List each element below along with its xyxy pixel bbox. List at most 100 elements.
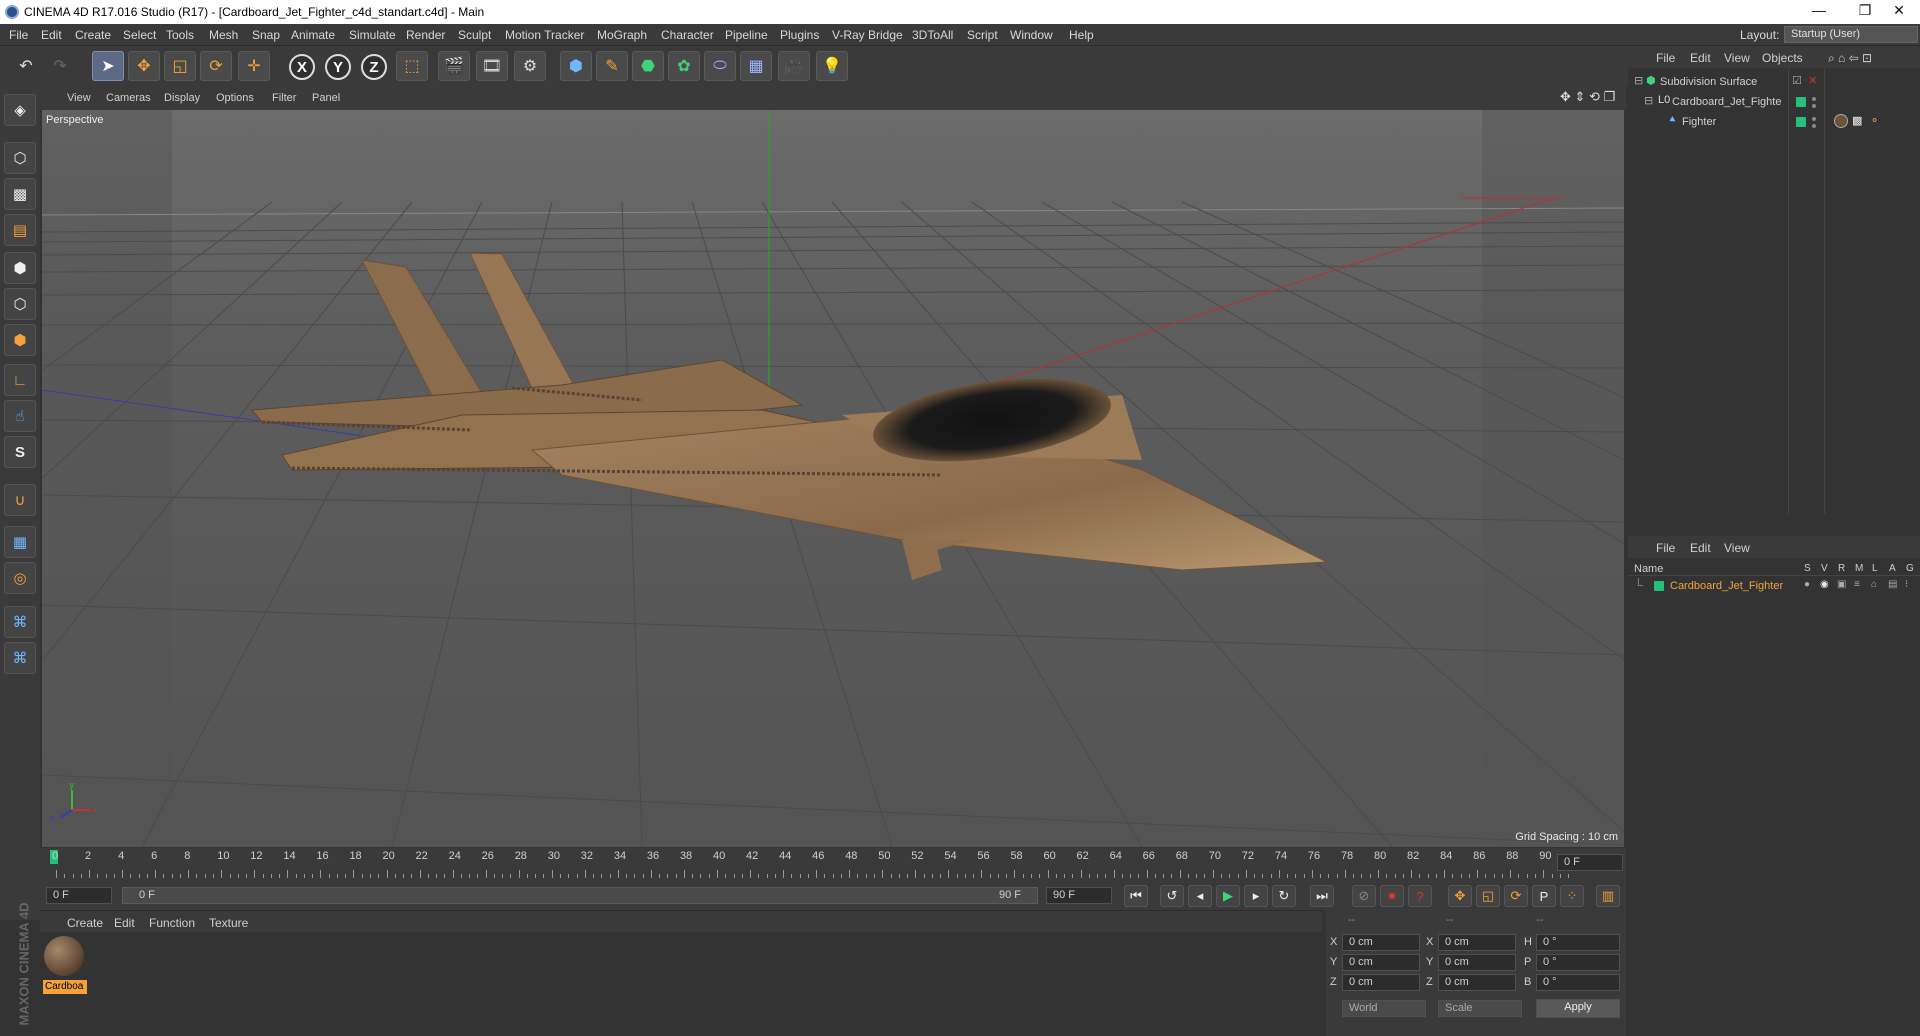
menu-sculpt[interactable]: Sculpt [458,28,491,42]
object-row-cardboard-jet-fighter[interactable]: ⊟ L0 Cardboard_Jet_Fighte [1632,94,1920,112]
menu-script[interactable]: Script [967,28,998,42]
material-menu-create[interactable]: Create [67,916,103,930]
menu-edit[interactable]: Edit [41,28,62,42]
go-to-end-icon[interactable]: ⏭ [1310,885,1334,907]
menu-plugins[interactable]: Plugins [780,28,819,42]
layout-select[interactable]: Startup (User) [1784,26,1918,43]
floor-icon[interactable]: ▦ [740,51,772,81]
menu-help[interactable]: Help [1069,28,1094,42]
menu-snap[interactable]: Snap [252,28,280,42]
menu-3dtoall[interactable]: 3DToAll [912,28,953,42]
spline-pen-icon[interactable]: ✎ [596,51,628,81]
menu-create[interactable]: Create [75,28,111,42]
python-script-icon[interactable]: ⌘ [4,606,36,638]
size-y-field[interactable]: 0 cm [1438,954,1516,971]
position-y-field[interactable]: 0 cm [1342,954,1420,971]
menu-render[interactable]: Render [406,28,445,42]
key-position-icon[interactable]: ✥ [1448,885,1472,907]
material-menu-function[interactable]: Function [149,916,195,930]
disable-x-icon[interactable]: ✕ [1808,74,1817,87]
viewport-menu-view[interactable]: View [67,92,91,104]
texture-mode-icon[interactable]: ▩ [4,178,36,210]
subdivision-icon[interactable]: ⬣ [632,51,664,81]
menu-motion-tracker[interactable]: Motion Tracker [505,28,584,42]
layer-render-icon[interactable]: ▣ [1837,579,1846,590]
size-z-field[interactable]: 0 cm [1438,974,1516,991]
viewport-menu-filter[interactable]: Filter [272,92,296,104]
frame-range-slider[interactable]: 0 F 90 F [122,887,1038,904]
camera-icon[interactable]: 🎥 [778,51,810,81]
timeline-layout-icon[interactable]: ▥ [1596,885,1620,907]
layer-menu-edit[interactable]: Edit [1690,541,1711,555]
y-axis-lock-button[interactable]: Y [325,54,351,80]
points-mode-icon[interactable]: ⬢ [4,252,36,284]
workplane-icon[interactable]: ▤ [4,214,36,246]
polygons-mode-icon[interactable]: ⬢ [4,324,36,356]
rotation-p-field[interactable]: 0 ° [1536,954,1620,971]
viewport-navigation-icon[interactable]: ✥ ⇕ ⟲ ❐ [1560,89,1615,105]
axis-mode-icon[interactable]: ∟ [4,364,36,396]
viewport-menu-panel[interactable]: Panel [312,92,340,104]
rotation-b-field[interactable]: 0 ° [1536,974,1620,991]
key-scale-icon[interactable]: ◱ [1476,885,1500,907]
transform-icon[interactable]: ✛ [238,51,270,81]
python-script-2-icon[interactable]: ⌘ [4,642,36,674]
start-frame-field[interactable]: 0 F [46,887,112,904]
move-icon[interactable]: ✥ [128,51,160,81]
x-axis-lock-button[interactable]: X [289,54,315,80]
previous-frame-icon[interactable]: ◂ [1188,885,1212,907]
menu-simulate[interactable]: Simulate [349,28,396,42]
coordinate-system-icon[interactable]: ⬚ [396,51,428,81]
layer-generators-icon[interactable]: ⁝ [1905,579,1908,590]
render-view-icon[interactable]: 🎬 [438,51,470,81]
object-row-fighter[interactable]: ⯅ Fighter ▩ ⚬ [1632,114,1920,132]
coordinate-mode-select[interactable]: World [1342,1000,1426,1017]
snap-icon[interactable]: S [4,436,36,468]
deformer-icon[interactable]: ⬭ [704,51,736,81]
layer-menu-file[interactable]: File [1656,541,1675,555]
object-menu-view[interactable]: View [1724,51,1750,65]
object-menu-file[interactable]: File [1656,51,1675,65]
render-settings-icon[interactable]: ⚙ [514,51,546,81]
checkmark-icon[interactable]: ☑ [1792,74,1802,87]
rotation-h-field[interactable]: 0 ° [1536,934,1620,951]
material-menu-texture[interactable]: Texture [209,916,248,930]
apply-button[interactable]: Apply [1536,999,1620,1018]
viewport-menu-cameras[interactable]: Cameras [106,92,151,104]
scale-icon[interactable]: ◱ [164,51,196,81]
layer-row[interactable]: └ Cardboard_Jet_Fighter ● ◉ ▣ ≡ ⌂ ▤ ⁝ [1628,578,1920,594]
object-menu-objects[interactable]: Objects [1762,51,1803,65]
object-row-subdivision-surface[interactable]: ⊟ ⬢ Subdivision Surface ☑ ✕ [1632,74,1920,92]
perspective-viewport[interactable]: y x z Perspective Grid Spacing : 10 cm [42,110,1624,847]
close-button[interactable]: ✕ [1876,2,1920,19]
z-axis-lock-button[interactable]: Z [361,54,387,80]
key-pla-icon[interactable]: ⁘ [1560,885,1584,907]
key-rotation-icon[interactable]: ⟳ [1504,885,1528,907]
menu-mograph[interactable]: MoGraph [597,28,647,42]
loop-icon[interactable]: ↻ [1272,885,1296,907]
render-picture-viewer-icon[interactable]: 🎞 [476,51,508,81]
minimize-button[interactable]: — [1796,2,1842,18]
menu-character[interactable]: Character [661,28,714,42]
light-bulb-icon[interactable]: 💡 [816,51,848,81]
menu-pipeline[interactable]: Pipeline [725,28,768,42]
material-menu-edit[interactable]: Edit [114,916,135,930]
layer-solo-toggle[interactable]: ● [1804,579,1810,590]
menu-tools[interactable]: Tools [166,28,194,42]
uvw-tag-icon[interactable]: ▩ [1852,114,1862,127]
layer-visible-eye-icon[interactable]: ◉ [1820,579,1829,590]
material-tag-icon[interactable] [1834,114,1848,128]
material-swatch[interactable]: Cardboa [43,936,87,996]
position-x-field[interactable]: 0 cm [1342,934,1420,951]
menu-vray-bridge[interactable]: V-Ray Bridge [832,28,903,42]
transform-mode-select[interactable]: Scale [1438,1000,1522,1017]
cube-primitive-icon[interactable]: ⬢ [560,51,592,81]
record-keys-icon[interactable]: ⏺ [1380,885,1404,907]
make-editable-icon[interactable]: ◈ [4,94,36,126]
tree-collapse-icon[interactable]: ⊟ [1634,74,1643,87]
position-z-field[interactable]: 0 cm [1342,974,1420,991]
magnet-icon[interactable]: ∪ [4,484,36,516]
play-icon[interactable]: ▶ [1216,885,1240,907]
undo-icon[interactable]: ↶ [10,51,42,81]
menu-file[interactable]: File [9,28,28,42]
